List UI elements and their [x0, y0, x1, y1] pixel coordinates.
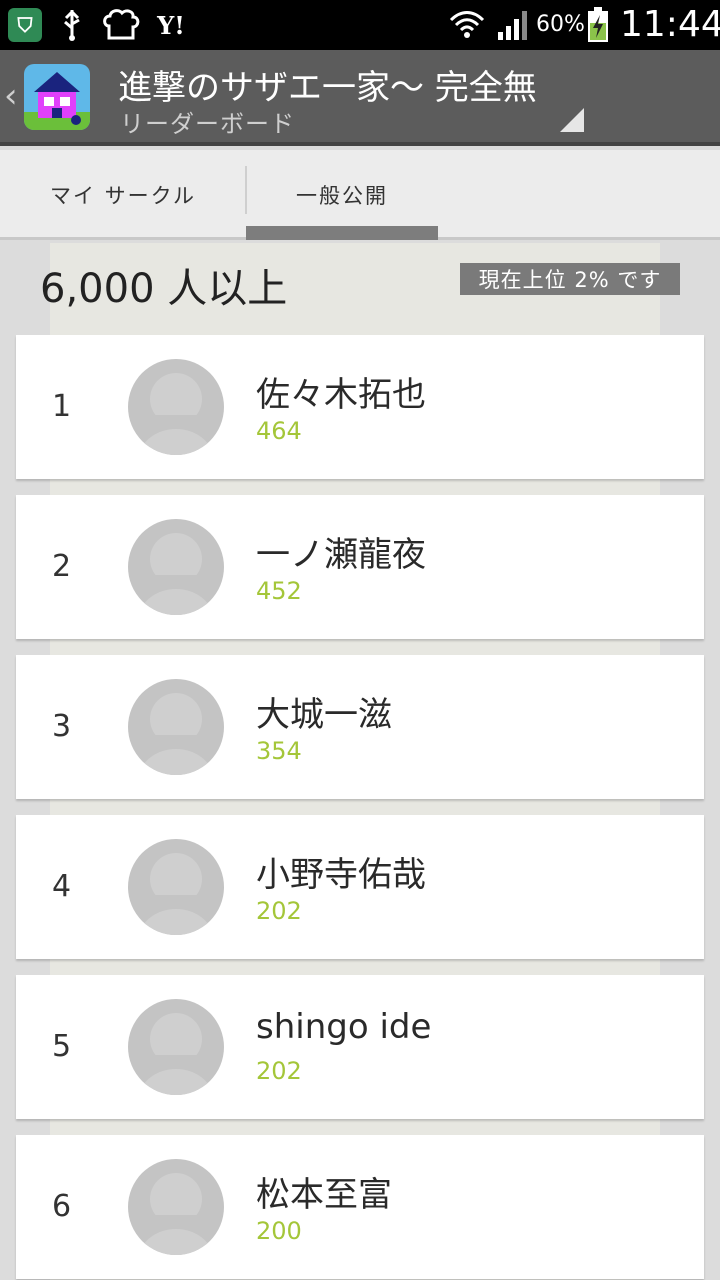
avatar: [128, 839, 224, 935]
player-name: 一ノ瀬龍夜: [256, 535, 426, 575]
row-rank: 4: [52, 869, 72, 904]
usb-icon: [58, 8, 86, 42]
clock: 11:44: [620, 4, 720, 45]
avatar: [128, 519, 224, 615]
player-score: 464: [256, 417, 302, 445]
player-name: shingo ide: [256, 1007, 432, 1047]
row-rank: 5: [52, 1029, 72, 1064]
player-score: 452: [256, 577, 302, 605]
app-icon[interactable]: [24, 64, 90, 130]
leaderboard-row[interactable]: 5 shingo ide 202: [16, 975, 704, 1119]
tab-my-circles[interactable]: マイ サークル: [0, 150, 246, 240]
row-rank: 3: [52, 709, 72, 744]
leaderboard-row[interactable]: 3 大城一滋 354: [16, 655, 704, 799]
leaderboard-row[interactable]: 4 小野寺佑哉 202: [16, 815, 704, 959]
dropdown-corner-icon[interactable]: [560, 108, 584, 132]
player-score: 202: [256, 1057, 302, 1085]
leaderboard-row[interactable]: 2 一ノ瀬龍夜 452: [16, 495, 704, 639]
tab-selected-indicator: [246, 226, 438, 240]
back-chevron-icon[interactable]: ‹: [4, 76, 18, 116]
battery-percent: 60%: [536, 12, 585, 37]
signal-icon: [496, 8, 530, 42]
leaderboard-row[interactable]: 1 佐々木拓也 464: [16, 335, 704, 479]
player-score: 202: [256, 897, 302, 925]
status-bar: ⛉ Y! 60% 11:44: [0, 0, 720, 50]
player-score: 354: [256, 737, 302, 765]
leaderboard-row[interactable]: 6 松本至富 200: [16, 1135, 704, 1279]
player-name: 松本至富: [256, 1175, 392, 1215]
player-name: 佐々木拓也: [256, 375, 426, 415]
chef-hat-icon: [100, 8, 142, 42]
player-name: 大城一滋: [256, 695, 392, 735]
row-rank: 2: [52, 549, 72, 584]
player-score: 200: [256, 1217, 302, 1245]
player-name: 小野寺佑哉: [256, 855, 426, 895]
app-shield-icon: ⛉: [8, 8, 42, 42]
avatar: [128, 679, 224, 775]
rank-badge: 現在上位 2% です: [460, 263, 680, 295]
wifi-icon: [448, 8, 486, 42]
leaderboard-list: 1 佐々木拓也 464 2 一ノ瀬龍夜 452 3 大城一滋 354 4 小野寺…: [16, 335, 704, 1280]
battery-charging-icon: [586, 7, 610, 42]
row-rank: 1: [52, 389, 72, 424]
avatar: [128, 359, 224, 455]
action-bar: ‹ 進撃のサザエ一家～ 完全無 リーダーボード: [0, 50, 720, 146]
row-rank: 6: [52, 1189, 72, 1224]
avatar: [128, 999, 224, 1095]
page-subtitle: リーダーボード: [120, 110, 295, 138]
avatar: [128, 1159, 224, 1255]
tab-bar: マイ サークル 一般公開: [0, 150, 720, 240]
yahoo-icon: Y!: [157, 10, 185, 40]
player-count: 6,000 人以上: [40, 266, 288, 312]
page-title: 進撃のサザエ一家～ 完全無: [118, 68, 537, 108]
